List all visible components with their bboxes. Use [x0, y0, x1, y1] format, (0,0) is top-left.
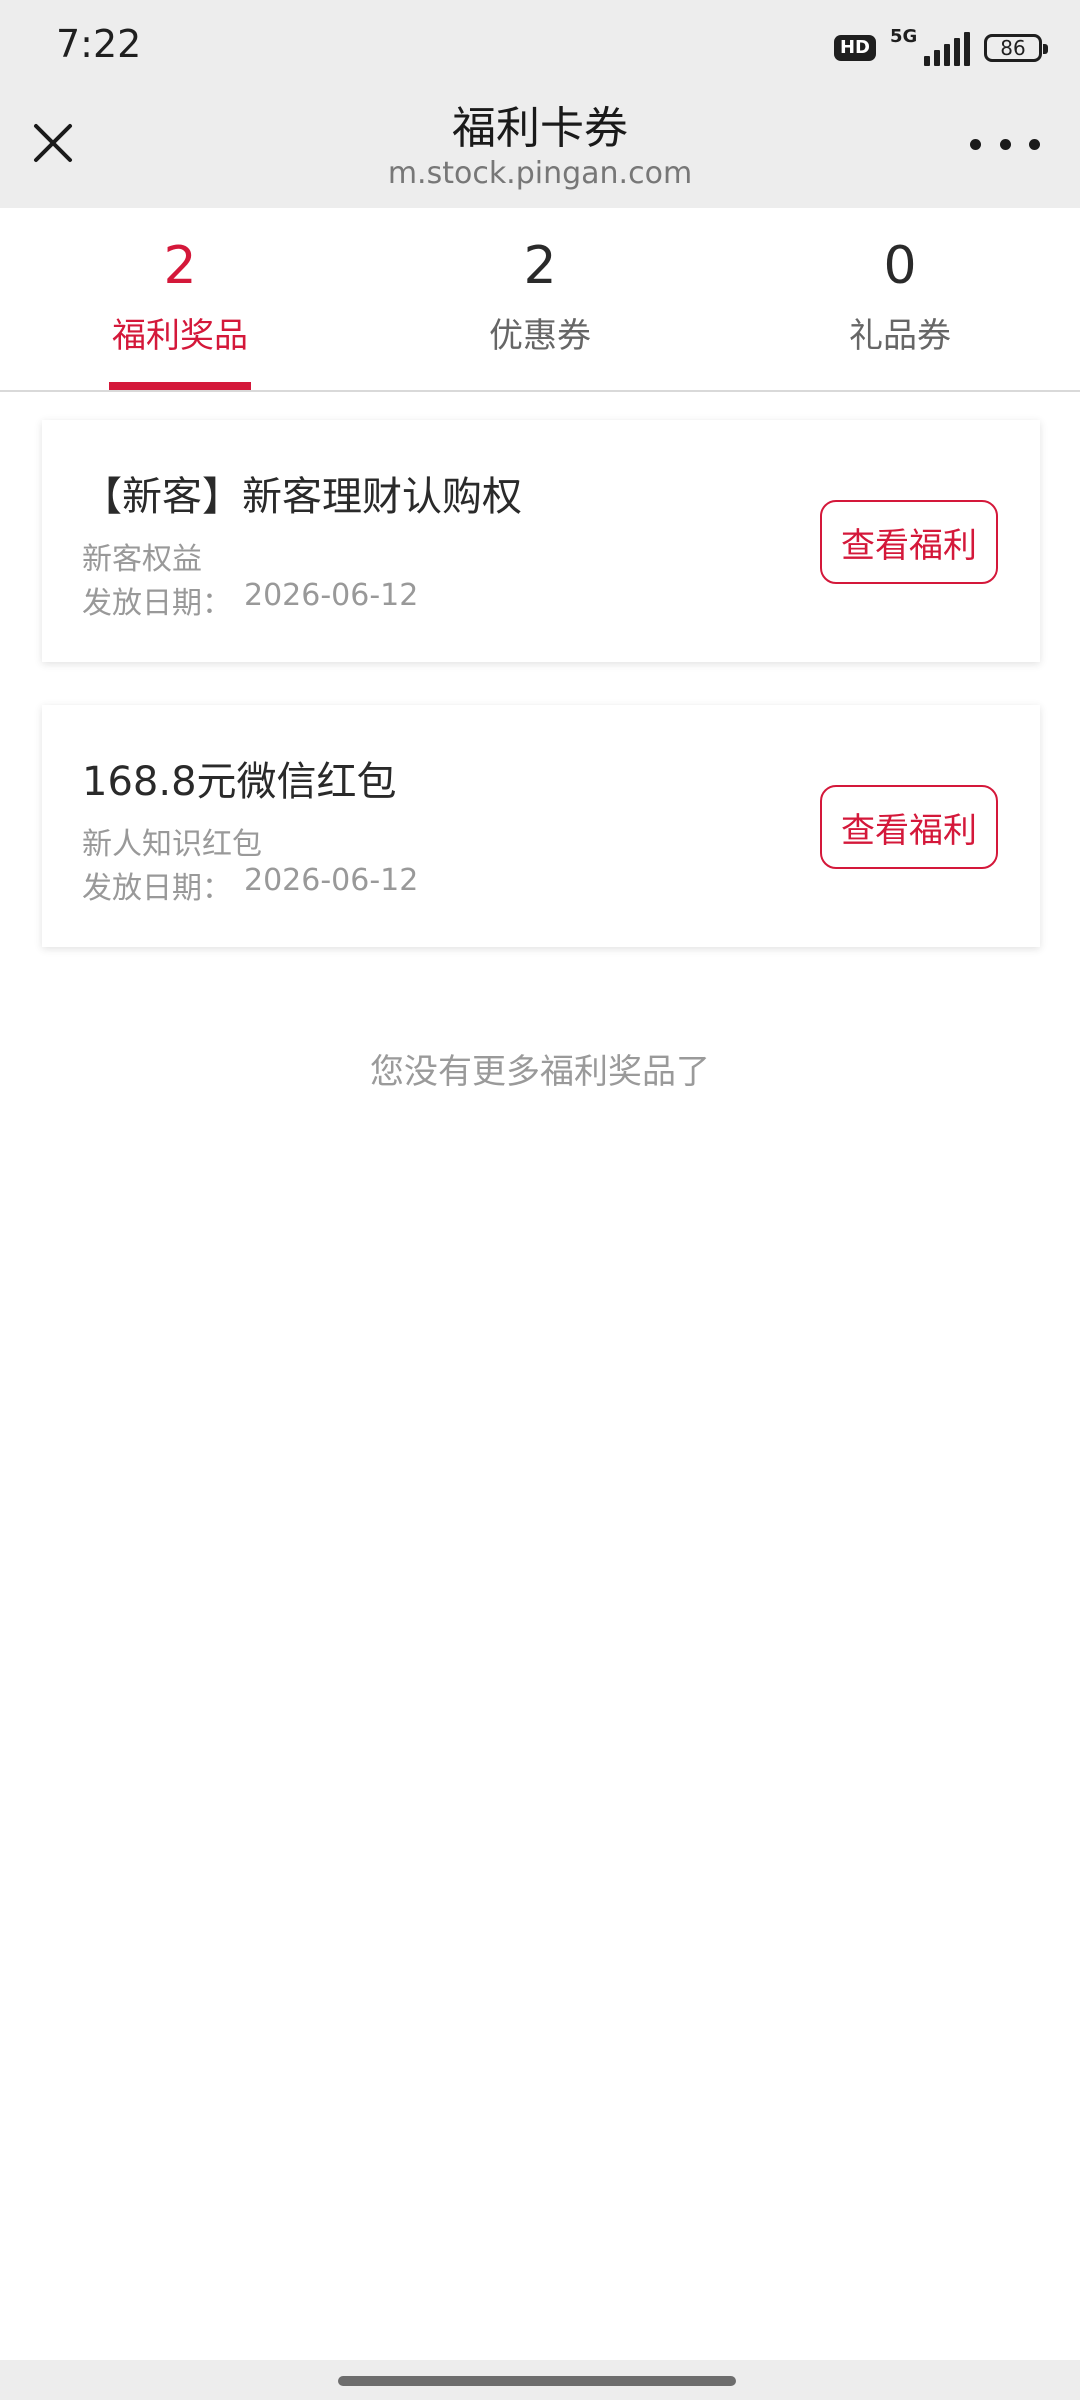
- active-tab-indicator: [109, 382, 251, 390]
- more-icon-dot: [999, 138, 1011, 150]
- more-icon-dot: [1029, 138, 1040, 150]
- card-subtitle: 新客权益: [82, 542, 202, 577]
- signal-icon: 5G: [890, 26, 970, 66]
- tab-welfare-prizes[interactable]: 2 福利奖品: [0, 208, 360, 392]
- welfare-card: 【新客】新客理财认购权 新客权益 发放日期： 2026-06-12 查看福利: [42, 420, 1040, 662]
- tab-gift-vouchers[interactable]: 0 礼品券: [720, 208, 1080, 392]
- card-date-value: 2026-06-12: [244, 863, 419, 898]
- more-button[interactable]: [970, 126, 1040, 162]
- battery-level: 86: [1000, 36, 1026, 60]
- tab-count: 2: [523, 236, 557, 296]
- home-bar: [0, 2360, 1080, 2400]
- tab-label: 优惠券: [489, 316, 591, 356]
- home-indicator[interactable]: [338, 2376, 736, 2386]
- more-icon: [970, 138, 981, 150]
- welfare-card: 168.8元微信红包 新人知识红包 发放日期： 2026-06-12 查看福利: [42, 705, 1040, 947]
- card-title: 168.8元微信红包: [82, 759, 397, 805]
- tab-coupons[interactable]: 2 优惠券: [360, 208, 720, 392]
- card-date-label: 发放日期：: [82, 871, 232, 906]
- card-title: 【新客】新客理财认购权: [82, 474, 522, 520]
- tab-label: 福利奖品: [112, 316, 248, 356]
- tab-count: 0: [883, 236, 917, 296]
- status-time: 7:22: [56, 22, 142, 66]
- hd-badge: HD: [833, 35, 876, 61]
- card-subtitle: 新人知识红包: [82, 827, 262, 862]
- battery-icon: 86: [984, 34, 1048, 62]
- page-url: m.stock.pingan.com: [387, 156, 693, 191]
- card-date-value: 2026-06-12: [244, 578, 419, 613]
- view-welfare-button[interactable]: 查看福利: [820, 500, 998, 584]
- no-more-items-text: 您没有更多福利奖品了: [370, 1052, 710, 1092]
- tab-label: 礼品券: [849, 316, 951, 356]
- tab-count: 2: [163, 236, 197, 296]
- view-welfare-button[interactable]: 查看福利: [820, 785, 998, 869]
- page-title: 福利卡券: [452, 103, 628, 154]
- network-type-label: 5G: [890, 26, 918, 47]
- card-date-label: 发放日期：: [82, 586, 232, 621]
- status-icons: HD 5G 86: [833, 26, 1048, 66]
- status-bar: 7:22 HD 5G 86: [0, 0, 1080, 98]
- tab-bar: 2 福利奖品 2 优惠券 0 礼品券: [0, 208, 1080, 392]
